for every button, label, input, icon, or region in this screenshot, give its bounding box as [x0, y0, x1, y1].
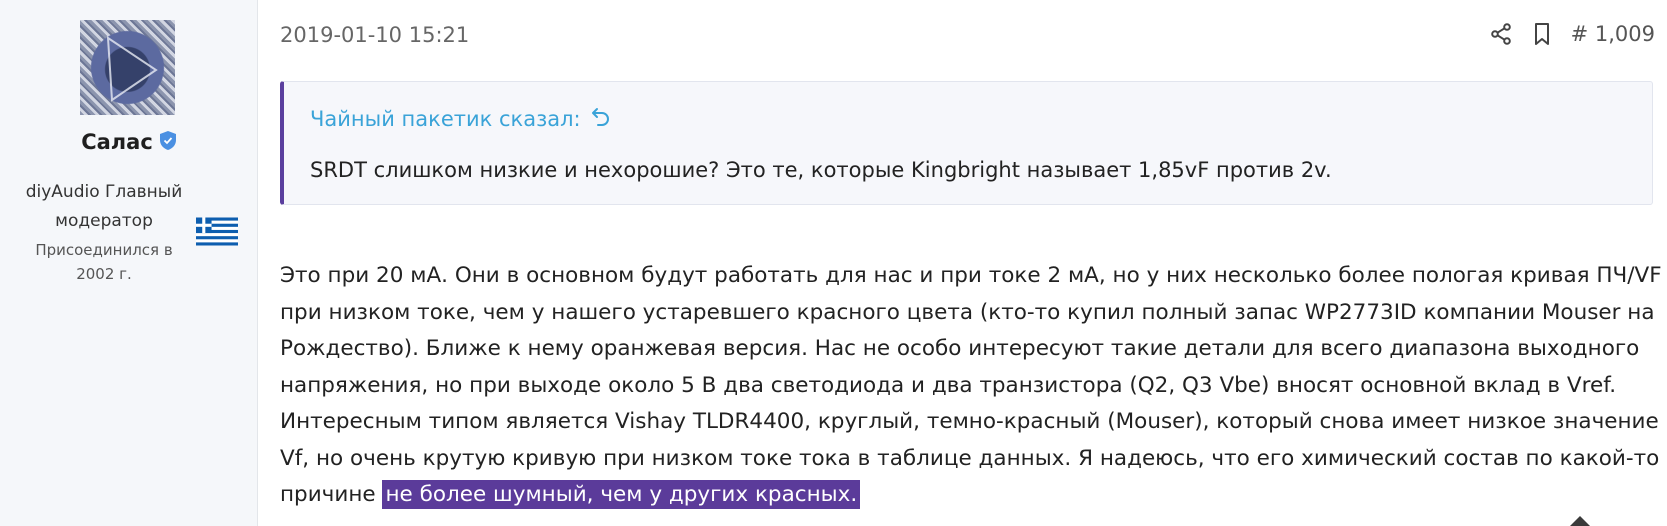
avatar[interactable]	[80, 20, 175, 115]
post-number-link[interactable]: # 1,009	[1571, 22, 1655, 46]
username-line: Салас	[0, 130, 258, 156]
user-title: diyAudio Главный модератор	[25, 182, 183, 231]
greece-flag-icon	[196, 217, 238, 246]
quote-block: Чайный пакетик сказал: SRDT слишком низк…	[280, 81, 1653, 205]
avatar-image	[106, 36, 158, 102]
quote-author-label: Чайный пакетик сказал:	[310, 106, 581, 131]
post-actions: # 1,009	[1489, 22, 1655, 46]
username[interactable]: Салас	[81, 130, 153, 154]
shield-check-icon	[159, 130, 177, 156]
selected-text-highlight[interactable]: не более шумный, чем у других красных.	[382, 480, 861, 509]
quote-author-link[interactable]: Чайный пакетик сказал:	[310, 106, 611, 131]
post-text: Это при 20 мА. Они в основном будут рабо…	[280, 263, 1662, 507]
user-sidebar: Салас diyAudio Главный модератор Присоед…	[0, 0, 258, 526]
selection-tooltip-arrow	[1570, 516, 1590, 526]
share-icon[interactable]	[1489, 22, 1513, 46]
post-body: Это при 20 мА. Они в основном будут рабо…	[280, 258, 1665, 514]
quote-text: SRDT слишком низкие и нехорошие? Это те,…	[310, 158, 1332, 182]
user-joined-date: Присоединился в 2002 г.	[35, 241, 173, 283]
bookmark-icon[interactable]	[1531, 22, 1553, 46]
post-date[interactable]: 2019-01-10 15:21	[280, 23, 469, 47]
jump-to-quote-icon	[591, 106, 611, 131]
